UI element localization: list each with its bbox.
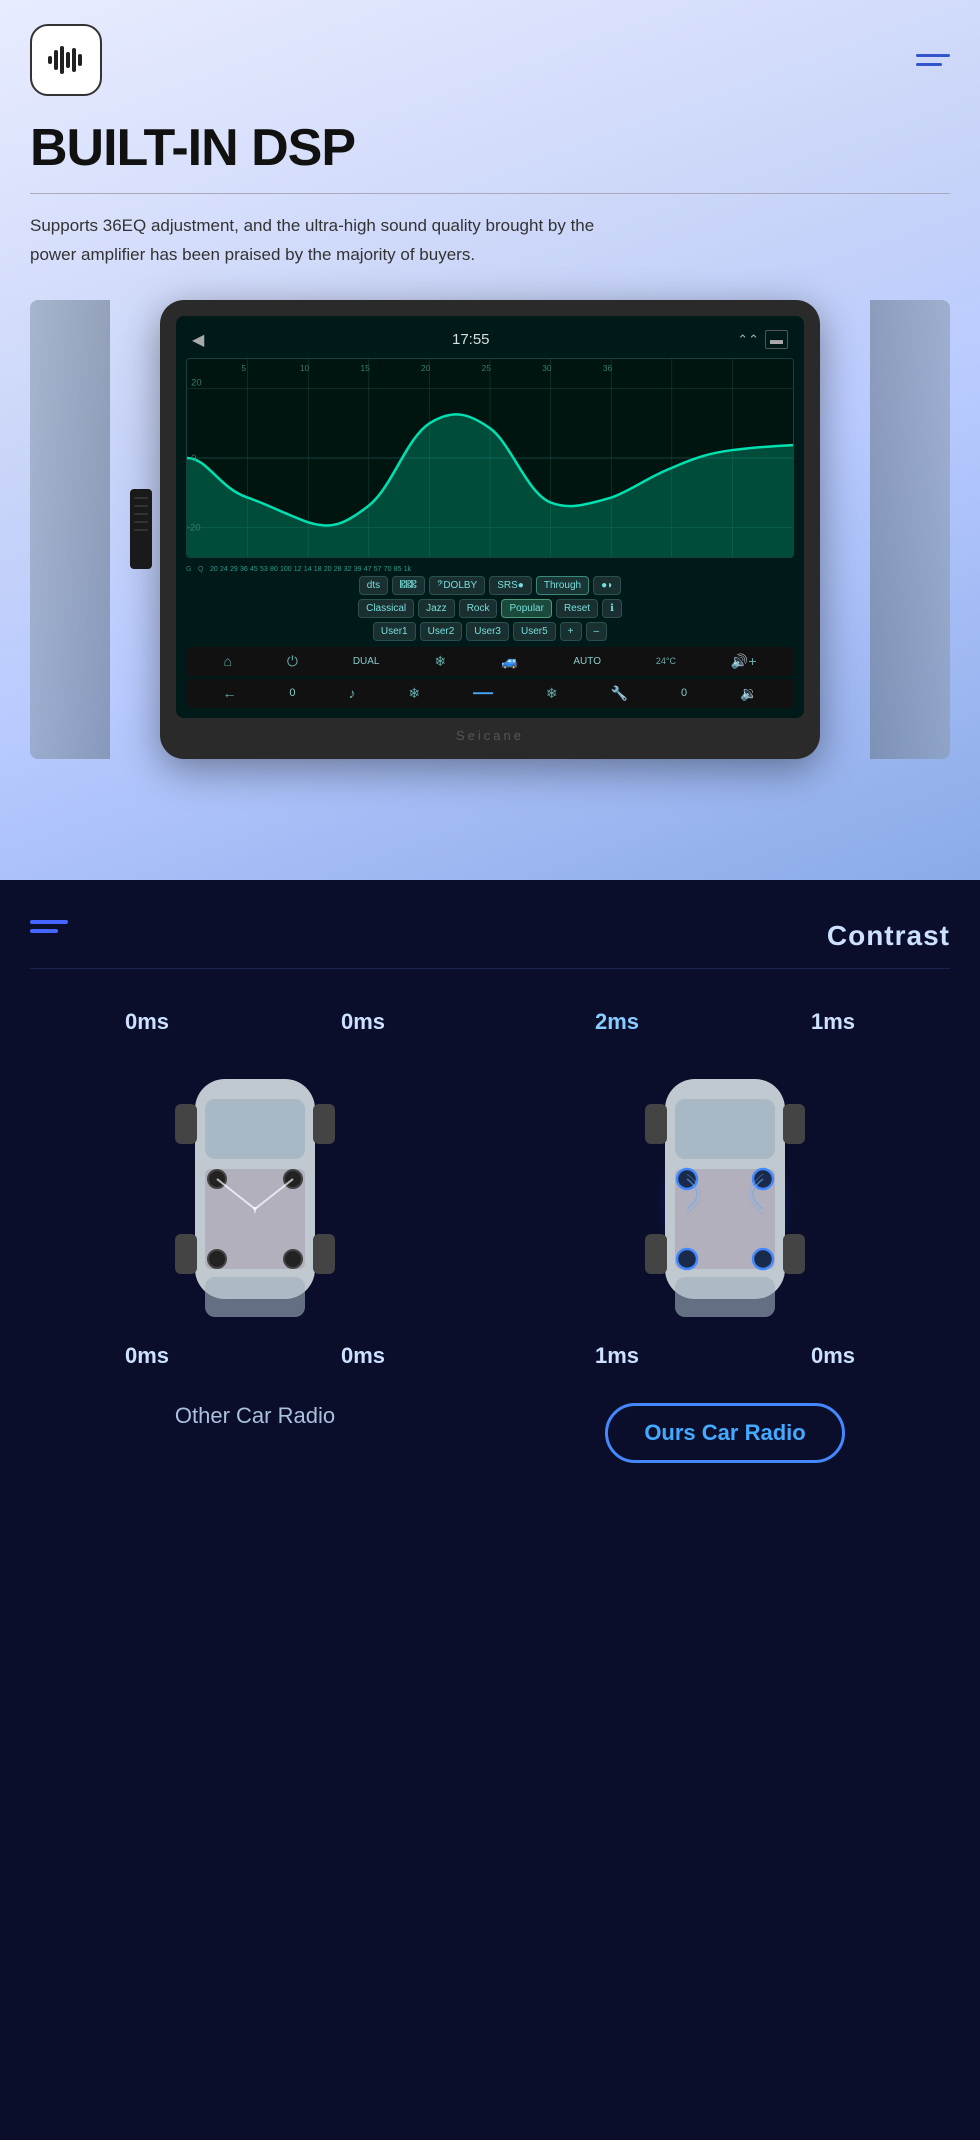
dual-nav[interactable]: DUAL xyxy=(353,656,380,667)
ours-car-button[interactable]: Ours Car Radio xyxy=(605,1403,844,1463)
contrast-divider xyxy=(30,968,950,969)
brand-label: Seicane xyxy=(176,728,804,743)
other-ms-bot-right: 0ms xyxy=(341,1343,385,1369)
page-title: BUILT-IN DSP xyxy=(30,120,950,177)
jazz-btn[interactable]: Jazz xyxy=(418,599,455,618)
rock-btn[interactable]: Rock xyxy=(459,599,498,618)
fan-nav[interactable]: ❄ xyxy=(408,685,420,702)
classical-btn[interactable]: Classical xyxy=(358,599,414,618)
temp-label: 24°C xyxy=(656,656,676,666)
reset-btn[interactable]: Reset xyxy=(556,599,598,618)
info-btn[interactable]: ℹ xyxy=(602,599,622,618)
our-car-view: 2ms 1ms 1ms 0ms xyxy=(595,999,855,1379)
logo-box xyxy=(30,24,102,96)
music-nav[interactable]: ♪ xyxy=(348,685,355,701)
user5-btn[interactable]: User5 xyxy=(513,622,556,641)
contrast-header: Contrast xyxy=(30,920,950,952)
add-btn[interactable]: + xyxy=(560,622,582,641)
wrench-nav[interactable]: 🔧 xyxy=(611,685,628,702)
car-screen: ◀ 17:55 ⌃⌃ ▬ xyxy=(176,316,804,718)
top-section: BUILT-IN DSP Supports 36EQ adjustment, a… xyxy=(0,0,980,880)
svg-text:20: 20 xyxy=(421,364,431,373)
output-btn[interactable]: ●◗ xyxy=(593,576,621,595)
screen-topbar: ◀ 17:55 ⌃⌃ ▬ xyxy=(186,326,794,358)
dolby-btn[interactable]: 𝄢DOLBY xyxy=(429,576,485,595)
subtitle-text: Supports 36EQ adjustment, and the ultra-… xyxy=(30,212,630,270)
zero-right: 0 xyxy=(681,687,687,699)
svg-text:5: 5 xyxy=(241,364,246,373)
other-ms-top-left: 0ms xyxy=(125,1009,169,1035)
fan2-nav[interactable]: ❄ xyxy=(546,685,558,702)
popular-btn[interactable]: Popular xyxy=(501,599,551,618)
eq-graph: 20 0 -20 5 10 15 20 25 30 36 xyxy=(186,358,794,558)
home-nav[interactable]: ⌂ xyxy=(223,653,231,669)
back-nav[interactable]: ← xyxy=(222,685,236,701)
screen-nav-2: ← 0 ♪ ❄ ━━━ ❄ 🔧 0 🔉 xyxy=(186,679,794,708)
through-btn[interactable]: Through xyxy=(536,576,589,595)
power-nav[interactable]: ⏻ xyxy=(287,653,298,670)
bottom-section: Contrast 0ms 0ms 0ms 0ms xyxy=(0,880,980,2140)
eq-row-2: Classical Jazz Rock Popular Reset ℹ xyxy=(186,599,794,618)
title-divider xyxy=(30,193,950,194)
minus-btn[interactable]: – xyxy=(586,622,608,641)
status-icons: ⌃⌃ ▬ xyxy=(737,330,788,349)
car-unit-wrapper: ◀ 17:55 ⌃⌃ ▬ xyxy=(30,300,950,759)
zero-left: 0 xyxy=(289,687,295,699)
other-car-label: Other Car Radio xyxy=(175,1403,335,1429)
svg-text:10: 10 xyxy=(300,364,310,373)
our-ms-bot-right: 0ms xyxy=(811,1343,855,1369)
eq-svg: 20 0 -20 5 10 15 20 25 30 36 xyxy=(187,359,793,557)
svg-text:25: 25 xyxy=(482,364,492,373)
car-unit: ◀ 17:55 ⌃⌃ ▬ xyxy=(160,300,820,759)
snowflake-nav[interactable]: ❄ xyxy=(434,653,446,670)
svg-text:0: 0 xyxy=(191,453,196,463)
eq-row-1: dts 𝄡𝄡𝄡 𝄢DOLBY SRS● Through ●◗ xyxy=(186,576,794,595)
slider-nav[interactable]: ━━━ xyxy=(473,687,493,700)
svg-text:-20: -20 xyxy=(187,522,201,532)
our-ms-bot-left: 1ms xyxy=(595,1343,639,1369)
other-car-svg xyxy=(175,1049,335,1329)
eq-row-3: User1 User2 User3 User5 + – xyxy=(186,622,794,641)
srs-btn[interactable]: SRS● xyxy=(489,576,532,595)
svg-text:15: 15 xyxy=(360,364,370,373)
user2-btn[interactable]: User2 xyxy=(420,622,463,641)
sound-wave-icon xyxy=(44,38,88,82)
contrast-title: Contrast xyxy=(827,920,950,952)
clock: 17:55 xyxy=(452,331,490,348)
car-nav[interactable]: 🚙 xyxy=(501,653,518,670)
vol-down-nav[interactable]: 🔉 xyxy=(740,685,757,702)
our-car-col: 2ms 1ms 1ms 0ms xyxy=(500,999,950,1463)
bbe-btn[interactable]: 𝄡𝄡𝄡 xyxy=(392,576,425,595)
user3-btn[interactable]: User3 xyxy=(466,622,509,641)
screen-nav: ⌂ ⏻ DUAL ❄ 🚙 AUTO 24°C 🔊+ xyxy=(186,647,794,676)
back-btn[interactable]: ◀ xyxy=(192,330,204,350)
svg-text:30: 30 xyxy=(542,364,552,373)
svg-text:36: 36 xyxy=(603,364,613,373)
vol-up-nav[interactable]: 🔊+ xyxy=(731,653,757,670)
our-ms-top-right: 1ms xyxy=(811,1009,855,1035)
other-ms-bot-left: 0ms xyxy=(125,1343,169,1369)
svg-text:20: 20 xyxy=(191,378,201,388)
auto-nav[interactable]: AUTO xyxy=(573,656,601,667)
cars-comparison: 0ms 0ms 0ms 0ms xyxy=(30,999,950,1463)
other-car-col: 0ms 0ms 0ms 0ms xyxy=(30,999,480,1429)
user1-btn[interactable]: User1 xyxy=(373,622,416,641)
accent-lines xyxy=(30,920,68,933)
our-ms-top-left: 2ms xyxy=(595,1009,639,1035)
other-ms-top-right: 0ms xyxy=(341,1009,385,1035)
hamburger-menu[interactable] xyxy=(916,54,950,66)
other-car-view: 0ms 0ms 0ms 0ms xyxy=(125,999,385,1379)
dts-btn[interactable]: dts xyxy=(359,576,388,595)
header-row xyxy=(30,24,950,96)
our-car-svg xyxy=(645,1049,805,1329)
freq-numbers: G Q 20 24 29 36 45 53 80 100 12 14 18 20… xyxy=(186,566,794,573)
